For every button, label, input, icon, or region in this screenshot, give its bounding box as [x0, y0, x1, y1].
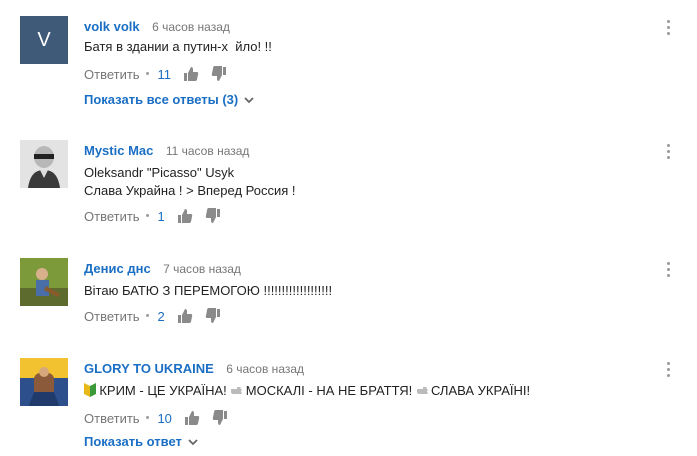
comment-actions: Ответить • 11	[84, 66, 239, 82]
author-name[interactable]: volk volk	[84, 19, 140, 34]
thumbs-up-icon[interactable]	[183, 66, 199, 82]
more-vert-icon[interactable]	[667, 20, 671, 36]
chevron-down-icon	[244, 92, 254, 107]
comment-segment: МОСКАЛІ - НА НЕ БРАТТЯ!	[245, 383, 413, 398]
comment-line: Батя в здании а путин-х йло! !!	[84, 39, 272, 54]
thumbs-down-icon[interactable]	[212, 410, 228, 426]
like-count: 1	[157, 208, 165, 224]
like-count: 10	[157, 410, 172, 426]
comment-text: Oleksandr "Picasso" Usyk Слава Украйна !…	[84, 164, 296, 200]
author-name[interactable]: Денис днс	[84, 261, 151, 276]
comment-header: GLORY TO UKRAINE 6 часов назад	[84, 360, 304, 378]
thumbs-up-icon[interactable]	[177, 208, 193, 224]
comment-header: volk volk 6 часов назад	[84, 18, 230, 36]
comment-text: Батя в здании а путин-х йло! !!	[84, 38, 272, 56]
beginner-badge-icon	[84, 383, 99, 398]
comment-line: Oleksandr "Picasso" Usyk	[84, 165, 235, 180]
reply-button[interactable]: Ответить	[84, 209, 140, 224]
avatar-letter: V	[37, 28, 51, 51]
avatar[interactable]	[20, 140, 68, 188]
avatar[interactable]: V	[20, 16, 68, 64]
timestamp[interactable]: 6 часов назад	[226, 362, 304, 376]
timestamp[interactable]: 6 часов назад	[152, 20, 230, 34]
comment-header: Денис днс 7 часов назад	[84, 260, 241, 278]
thumbs-down-icon[interactable]	[205, 208, 221, 224]
like-count: 11	[157, 66, 171, 82]
comment-header: Mystic Mac 11 часов назад	[84, 142, 249, 160]
avatar[interactable]	[20, 258, 68, 306]
reply-button[interactable]: Ответить	[84, 67, 140, 82]
comment-text: Вітаю БАТЮ З ПЕРЕМОГОЮ !!!!!!!!!!!!!!!!!…	[84, 282, 332, 300]
thumbs-down-icon[interactable]	[205, 308, 221, 324]
separator-dot: •	[145, 68, 150, 80]
chevron-down-icon	[188, 434, 198, 449]
comment-actions: Ответить • 1	[84, 208, 233, 224]
separator-dot: •	[145, 210, 150, 222]
more-vert-icon[interactable]	[667, 362, 671, 378]
reply-button[interactable]: Ответить	[84, 309, 140, 324]
show-replies-label: Показать все ответы (3)	[84, 92, 239, 107]
reply-button[interactable]: Ответить	[84, 411, 140, 426]
thumbs-up-icon[interactable]	[177, 308, 193, 324]
show-reply-label: Показать ответ	[84, 434, 182, 449]
separator-dot: •	[145, 310, 150, 322]
comment-1: V volk volk 6 часов назад Батя в здании …	[0, 16, 697, 116]
comment-4: GLORY TO UKRAINE 6 часов назад КРИМ - ЦЕ…	[0, 358, 697, 454]
comment-segment: КРИМ - ЦЕ УКРАЇНА!	[99, 383, 227, 398]
comment-segment: СЛАВА УКРАЇНІ!	[430, 383, 531, 398]
comment-actions: Ответить • 10	[84, 410, 240, 426]
comment-2: Mystic Mac 11 часов назад Oleksandr "Pic…	[0, 140, 697, 230]
more-vert-icon[interactable]	[667, 144, 671, 160]
comment-line: Слава Украйна ! > Вперед Россия !	[84, 183, 296, 198]
timestamp[interactable]: 7 часов назад	[163, 262, 241, 276]
comment-3: Денис днс 7 часов назад Вітаю БАТЮ З ПЕР…	[0, 258, 697, 328]
author-name[interactable]: GLORY TO UKRAINE	[84, 361, 214, 376]
comment-actions: Ответить • 2	[84, 308, 233, 324]
like-count: 2	[157, 308, 165, 324]
author-name[interactable]: Mystic Mac	[84, 143, 153, 158]
comment-text: КРИМ - ЦЕ УКРАЇНА! МОСКАЛІ - НА НЕ БРАТТ…	[84, 382, 530, 400]
comment-line: Вітаю БАТЮ З ПЕРЕМОГОЮ !!!!!!!!!!!!!!!!!…	[84, 283, 333, 298]
thumbs-down-icon[interactable]	[211, 66, 227, 82]
pointing-hand-icon	[412, 384, 431, 398]
timestamp[interactable]: 11 часов назад	[166, 144, 250, 158]
thumbs-up-icon[interactable]	[184, 410, 200, 426]
separator-dot: •	[145, 412, 150, 424]
show-reply-button[interactable]: Показать ответ	[84, 434, 198, 449]
more-vert-icon[interactable]	[667, 262, 671, 278]
pointing-hand-icon	[230, 384, 245, 398]
show-replies-button[interactable]: Показать все ответы (3)	[84, 92, 254, 107]
avatar[interactable]	[20, 358, 68, 406]
